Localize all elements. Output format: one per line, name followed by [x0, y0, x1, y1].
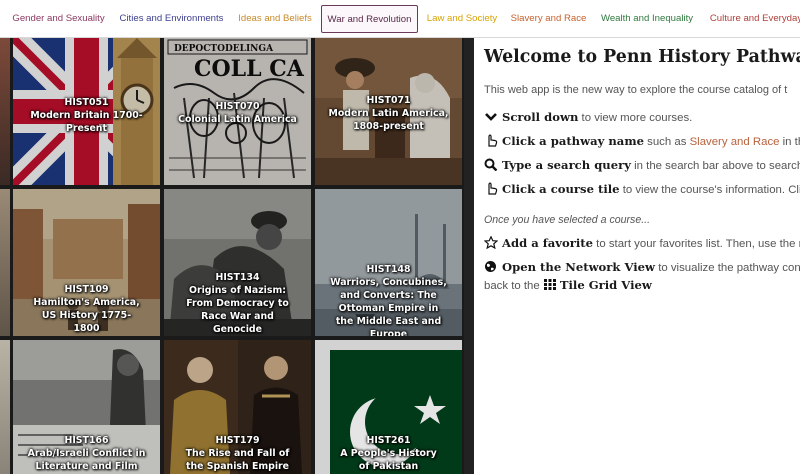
- instruction-scroll: Scroll down to view more courses.: [484, 110, 692, 124]
- grid-scrollbar[interactable]: [464, 38, 474, 474]
- tile-code: HIST109: [64, 284, 109, 295]
- chevron-down-icon: [485, 113, 497, 121]
- tile-title: Colonial Latin America: [178, 114, 297, 125]
- welcome-panel: Welcome to Penn History Pathways! This w…: [474, 38, 800, 474]
- tile-title: Hamilton's America, US History 1775-1800: [33, 297, 140, 334]
- pathway-example-link[interactable]: Slavery and Race: [690, 136, 780, 148]
- tile-title: Origins of Nazism: From Democracy to Rac…: [186, 285, 289, 335]
- partial-tile: [0, 189, 10, 336]
- tab-ideas-and-beliefs[interactable]: Ideas and Beliefs: [235, 5, 315, 33]
- pathway-nav: Gender and Sexuality Cities and Environm…: [0, 0, 800, 37]
- tab-cities-and-environments[interactable]: Cities and Environments: [117, 5, 226, 33]
- instruction-bold: Open the Network View: [502, 260, 656, 274]
- instruction-tile: Click a course tile to view the course's…: [484, 182, 800, 196]
- tile-code: HIST148: [366, 264, 411, 275]
- tile-title: Warriors, Concubines, and Converts: The …: [330, 277, 447, 336]
- instruction-text: such as: [643, 136, 690, 148]
- instruction-text: to view more courses.: [578, 112, 693, 124]
- instruction-text: to visualize the pathway conne: [655, 262, 800, 274]
- course-tile[interactable]: HIST051 Modern Britain 1700-Present: [13, 38, 160, 185]
- course-tile[interactable]: HIST071 Modern Latin America, 1808-prese…: [315, 38, 462, 185]
- instruction-network: Open the Network View to visualize the p…: [484, 260, 800, 274]
- course-tile[interactable]: HIST179 The Rise and Fall of the Spanish…: [164, 340, 311, 474]
- tile-title: Modern Britain 1700-Present: [30, 110, 143, 134]
- welcome-title: Welcome to Penn History Pathways!: [484, 47, 800, 67]
- instruction-bold: Tile Grid View: [559, 278, 652, 292]
- instruction-search: Type a search query in the search bar ab…: [484, 158, 800, 172]
- tab-slavery-and-race[interactable]: Slavery and Race: [509, 5, 588, 33]
- tile-code: HIST166: [64, 435, 109, 446]
- star-icon: [484, 236, 498, 249]
- tab-gender-and-sexuality[interactable]: Gender and Sexuality: [8, 5, 109, 33]
- course-tile[interactable]: HIST261 A People's History of Pakistan: [315, 340, 462, 474]
- tab-culture-and-everyday[interactable]: Culture and Everyday: [706, 5, 800, 33]
- course-tile[interactable]: HIST166 Arab/Israeli Conflict in Literat…: [13, 340, 160, 474]
- instruction-text: in the s: [782, 136, 800, 148]
- course-tile[interactable]: HIST109 Hamilton's America, US History 1…: [13, 189, 160, 336]
- tab-wealth-and-inequality[interactable]: Wealth and Inequality: [598, 5, 696, 33]
- instruction-bold: Scroll down: [502, 110, 579, 124]
- tab-war-and-revolution[interactable]: War and Revolution: [321, 5, 418, 33]
- tile-code: HIST071: [366, 95, 411, 106]
- instruction-bold: Click a pathway name: [502, 134, 644, 148]
- tile-title: A People's History of Pakistan: [340, 448, 437, 472]
- pointer-hand-icon: [488, 182, 498, 195]
- grid-icon: [543, 279, 556, 290]
- course-tile-grid[interactable]: HIST051 Modern Britain 1700-Present DEPO…: [0, 38, 474, 474]
- globe-icon: [485, 261, 496, 272]
- tile-title: The Rise and Fall of the Spanish Empire: [185, 448, 290, 472]
- tab-law-and-society[interactable]: Law and Society: [425, 5, 499, 33]
- instruction-back-to-grid: back to the Tile Grid View: [484, 278, 652, 292]
- instruction-text: to start your favorites list. Then, use …: [593, 238, 800, 250]
- welcome-intro: This web app is the new way to explore t…: [484, 84, 788, 96]
- tile-title: Modern Latin America, 1808-present: [328, 108, 449, 132]
- partial-tile: [0, 38, 10, 185]
- course-tile[interactable]: DEPOCTODELINGA COLL CA HIST070 Colonial …: [164, 38, 311, 185]
- course-tile[interactable]: HIST148 Warriors, Concubines, and Conver…: [315, 189, 462, 336]
- instruction-bold: Add a favorite: [502, 236, 594, 250]
- instruction-text: in the search bar above to search c: [630, 160, 800, 172]
- instruction-favorite: Add a favorite to start your favorites l…: [484, 236, 800, 250]
- tile-code: HIST070: [215, 101, 260, 112]
- search-icon: [484, 158, 498, 171]
- partial-tile: [0, 340, 10, 474]
- instruction-bold: Click a course tile: [502, 182, 620, 196]
- instruction-bold: Type a search query: [502, 158, 631, 172]
- instruction-text: to view the course's information. Click: [619, 184, 800, 196]
- selected-course-note: Once you have selected a course...: [484, 214, 651, 226]
- instruction-pathway: Click a pathway name such as Slavery and…: [484, 134, 800, 148]
- tile-code: HIST261: [366, 435, 411, 446]
- tile-code: HIST179: [215, 435, 260, 446]
- tile-code: HIST051: [64, 97, 109, 108]
- course-tile[interactable]: HIST134 Origins of Nazism: From Democrac…: [164, 189, 311, 336]
- instruction-text: back to the: [484, 280, 543, 292]
- tile-title: Arab/Israeli Conflict in Literature and …: [27, 448, 146, 472]
- tile-code: HIST134: [215, 272, 260, 283]
- pointer-hand-icon: [488, 134, 498, 147]
